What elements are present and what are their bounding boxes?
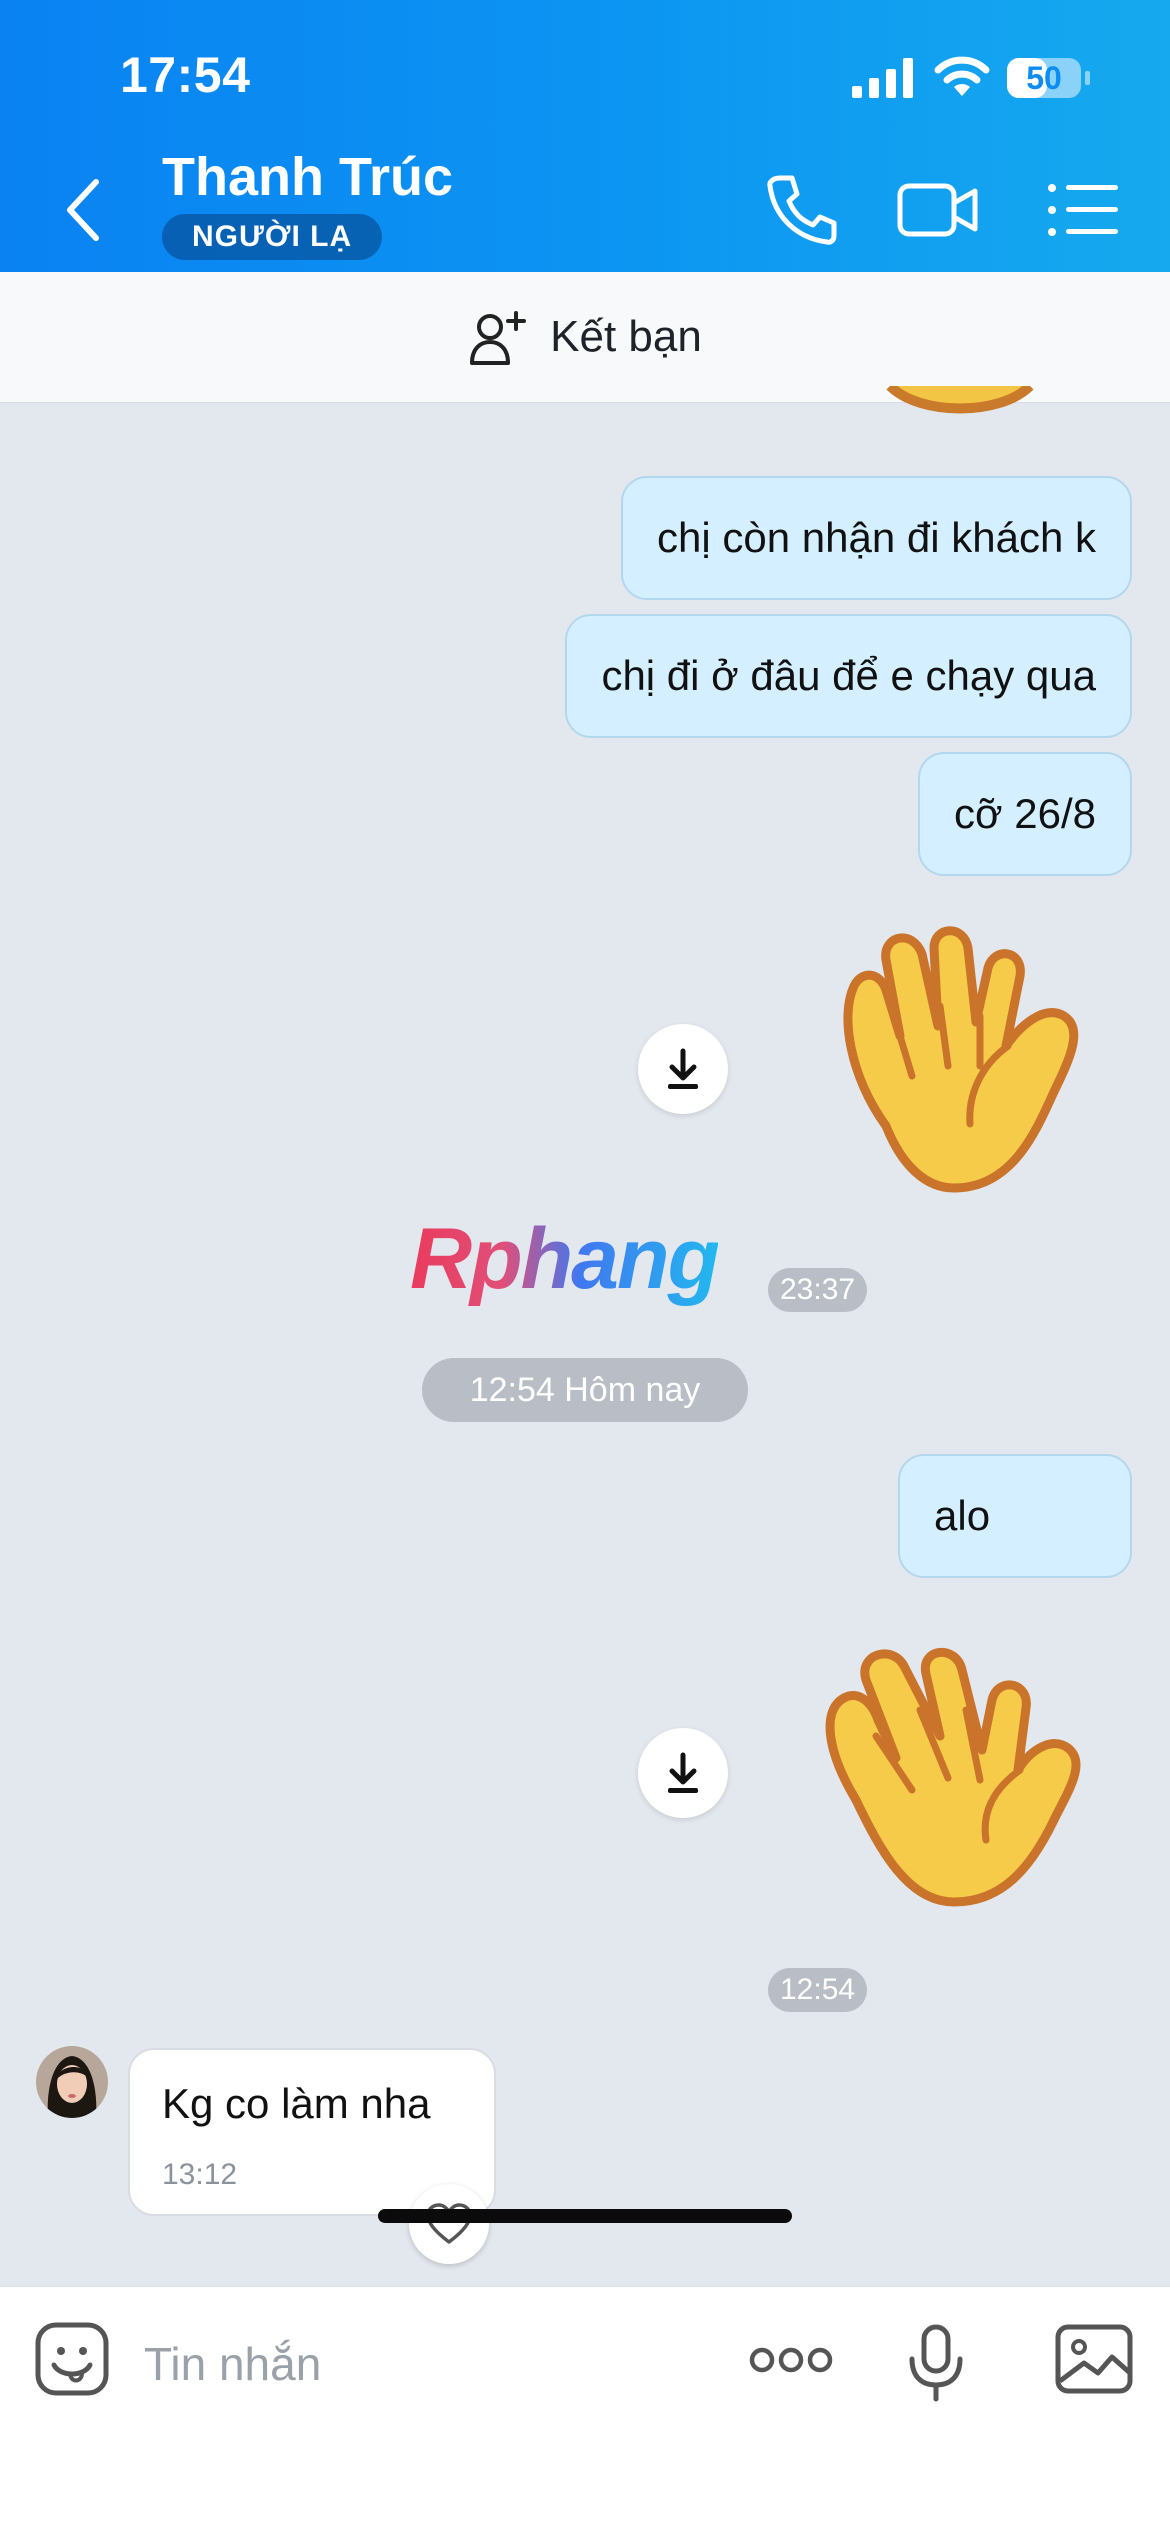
message-bubble-outgoing[interactable]: cỡ 26/8 (918, 752, 1132, 876)
chat-header: 17:54 50 Thanh Trúc NGƯỜI LẠ (0, 0, 1170, 272)
sticker-emoji-icon[interactable] (34, 2321, 110, 2397)
avatar[interactable] (36, 2046, 108, 2118)
message-input[interactable] (142, 2323, 706, 2405)
message-input-bar (0, 2209, 1170, 2533)
waving-hand-sticker[interactable] (816, 1640, 1086, 1912)
add-friend-button[interactable]: Kết bạn (0, 272, 1170, 403)
wifi-icon (934, 56, 990, 96)
battery-level: 50 (1026, 60, 1062, 96)
more-options-icon[interactable] (748, 2331, 834, 2389)
sticker-timestamp: 23:37 (768, 1268, 868, 1312)
microphone-icon[interactable] (906, 2323, 966, 2403)
message-text: cỡ 26/8 (954, 790, 1096, 837)
message-text: Kg co làm nha (162, 2080, 431, 2127)
message-text: alo (934, 1492, 991, 1539)
download-button[interactable] (638, 1024, 728, 1114)
signal-icon (852, 58, 913, 98)
add-friend-label: Kết bạn (550, 312, 702, 361)
download-icon (668, 1752, 698, 1793)
message-text: chị đi ở đâu để e chạy qua (601, 652, 1096, 699)
download-button[interactable] (638, 1728, 728, 1818)
message-text: chị còn nhận đi khách k (657, 514, 1096, 561)
status-time: 17:54 (120, 47, 251, 103)
video-call-icon[interactable] (896, 176, 980, 244)
sticker-timestamp: 12:54 (768, 1968, 868, 2012)
download-icon (668, 1048, 698, 1089)
watermark-logo: Rphang (410, 1211, 720, 1307)
menu-list-icon[interactable] (1044, 176, 1120, 244)
partial-sticker (886, 386, 1034, 414)
message-bubble-outgoing[interactable]: chị đi ở đâu để e chạy qua (565, 614, 1132, 738)
back-button[interactable] (52, 170, 116, 250)
date-separator: 12:54 Hôm nay (422, 1358, 748, 1422)
raised-hand-sticker[interactable] (830, 926, 1086, 1206)
message-bubble-outgoing[interactable]: alo (898, 1454, 1132, 1578)
stranger-badge: NGƯỜI LẠ (162, 214, 383, 260)
react-heart-button[interactable] (409, 2184, 489, 2264)
phone-call-icon[interactable] (764, 172, 840, 248)
add-friend-icon (470, 311, 527, 365)
message-time: 13:12 (162, 2158, 238, 2191)
avatar-image (36, 2046, 108, 2118)
image-gallery-icon[interactable] (1054, 2323, 1134, 2395)
home-indicator (378, 2209, 792, 2223)
contact-name[interactable]: Thanh Trúc (162, 146, 453, 208)
message-bubble-outgoing[interactable]: chị còn nhận đi khách k (621, 476, 1132, 600)
